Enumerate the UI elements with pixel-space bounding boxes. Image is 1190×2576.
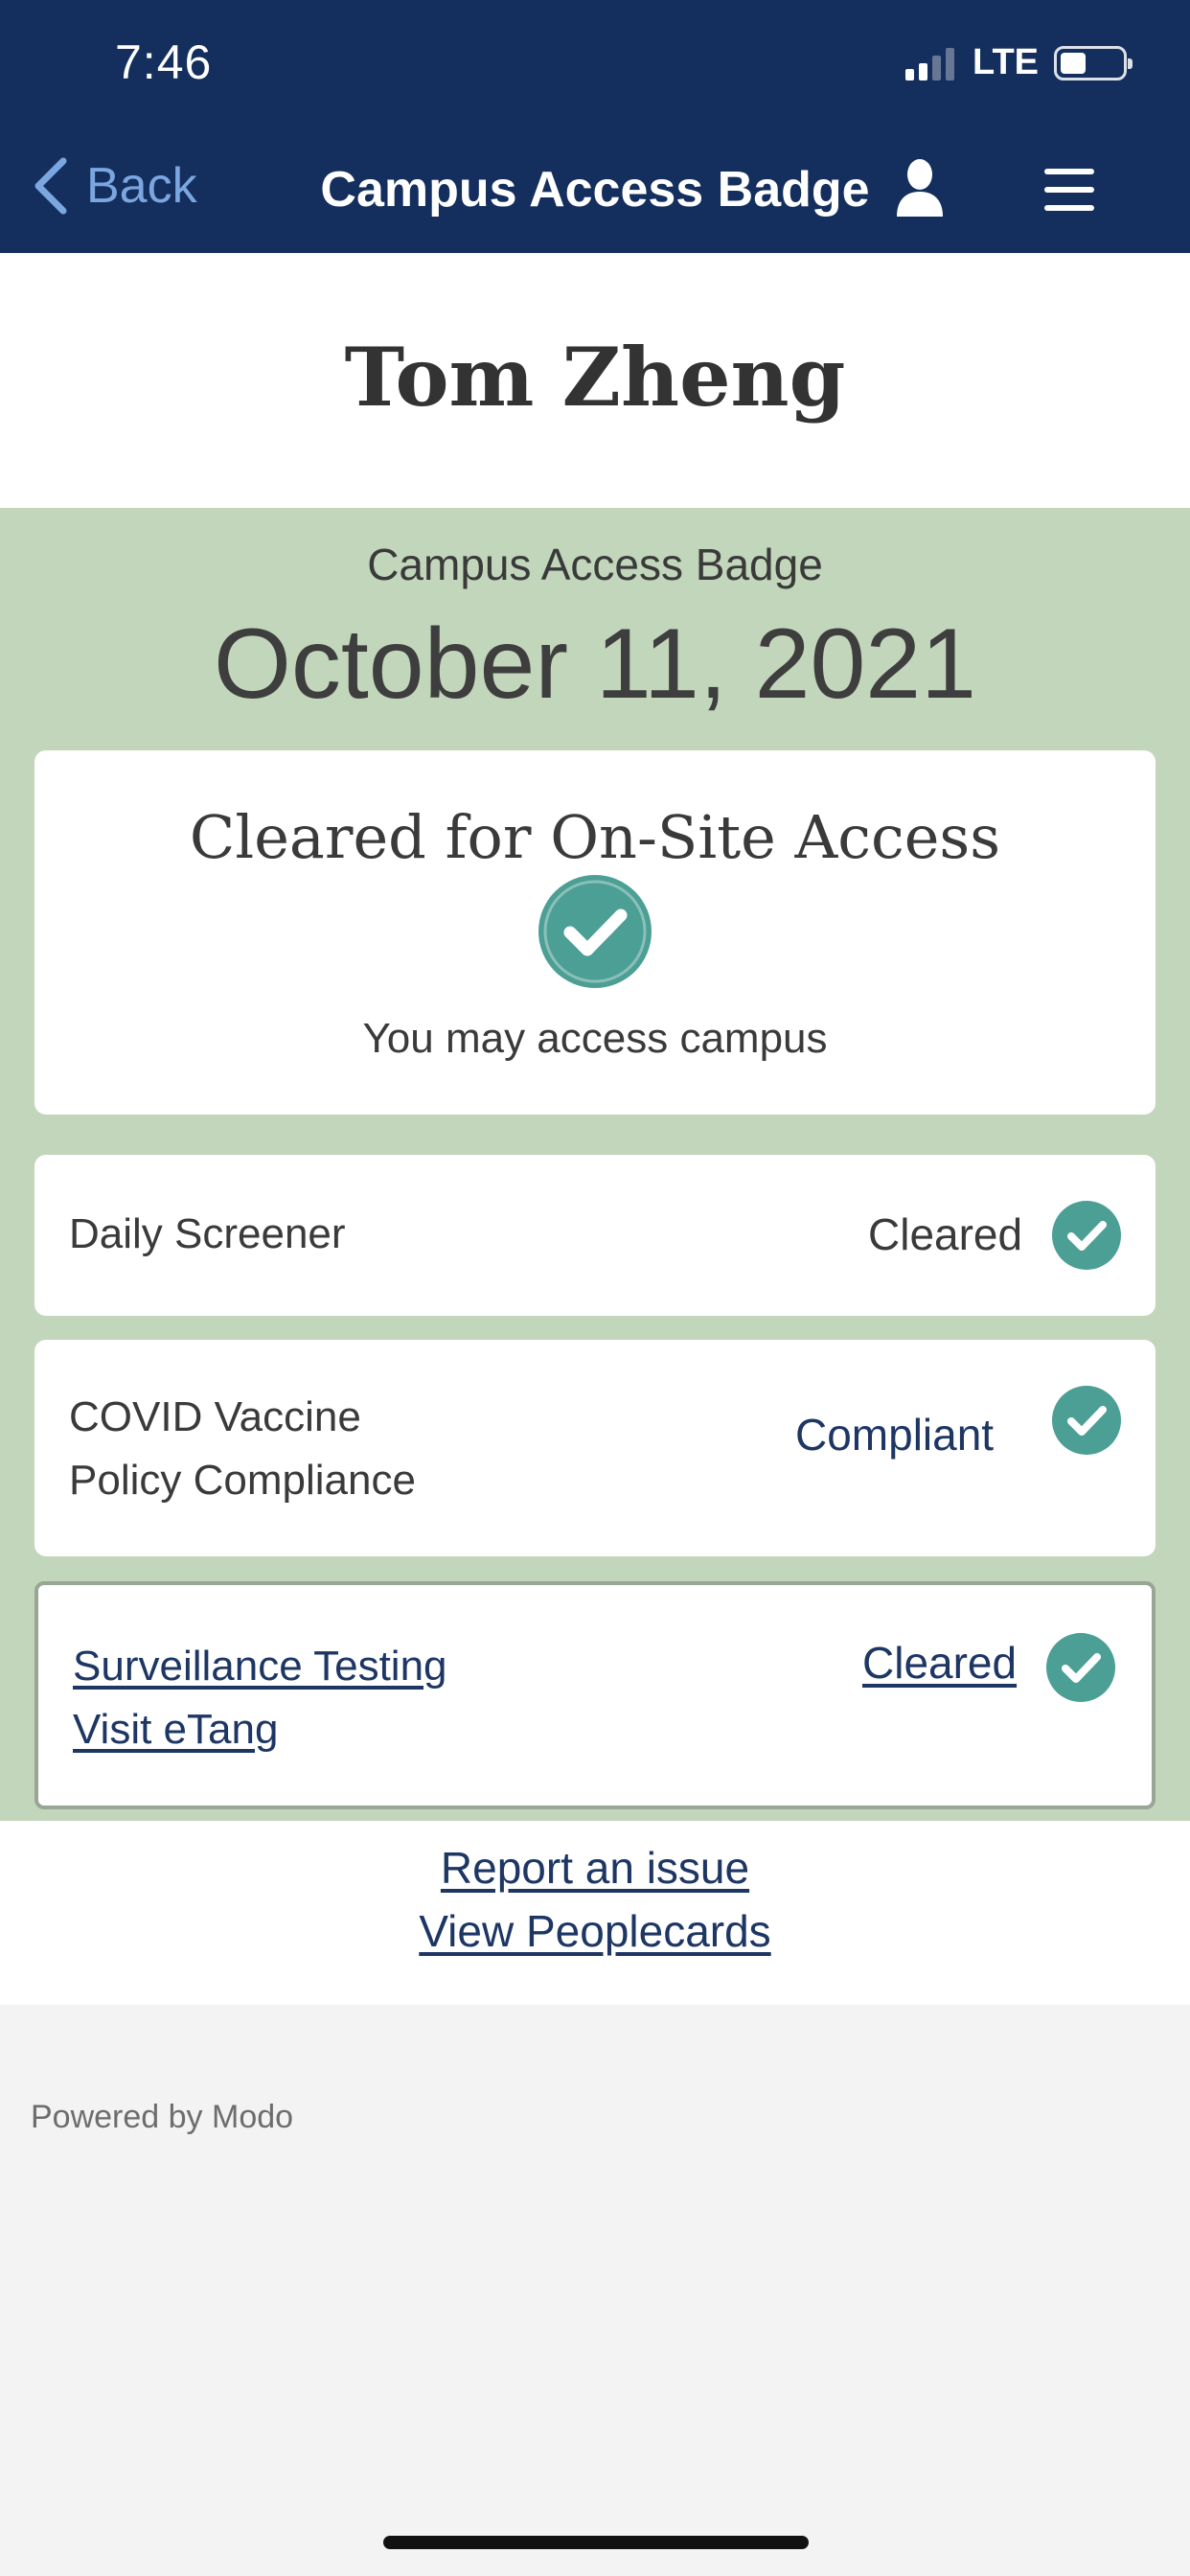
user-name: Tom Zheng bbox=[344, 330, 846, 425]
profile-button[interactable] bbox=[893, 157, 947, 223]
daily-screener-label: Daily Screener bbox=[69, 1210, 346, 1257]
daily-screener-row: Daily Screener Cleared bbox=[34, 1155, 1156, 1316]
vaccine-label-line2: Policy Compliance bbox=[69, 1457, 416, 1504]
home-indicator bbox=[383, 2536, 809, 2549]
surveillance-testing-status: Cleared bbox=[862, 1637, 1017, 1689]
access-status-card: Cleared for On-Site Access You may acces… bbox=[34, 750, 1156, 1115]
badge-label: Campus Access Badge bbox=[367, 540, 823, 589]
check-icon bbox=[1052, 1201, 1121, 1270]
view-peoplecards-link[interactable]: View Peoplecards bbox=[0, 1899, 1190, 1963]
vaccine-compliance-row: COVID Vaccine Policy Compliance Complian… bbox=[34, 1340, 1156, 1556]
surveillance-testing-links: Surveillance Testing Visit eTang bbox=[73, 1635, 447, 1761]
user-name-section: Tom Zheng bbox=[0, 253, 1190, 508]
footer-links: Report an issue View Peoplecards bbox=[0, 1821, 1190, 2005]
access-message: You may access campus bbox=[362, 1015, 828, 1062]
cleared-check-icon bbox=[538, 875, 652, 988]
hamburger-menu-icon bbox=[1044, 169, 1094, 211]
status-indicators: LTE bbox=[905, 42, 1133, 83]
surveillance-testing-link[interactable]: Surveillance Testing bbox=[73, 1643, 447, 1690]
vaccine-compliance-label: COVID Vaccine Policy Compliance bbox=[69, 1386, 416, 1512]
person-icon bbox=[897, 159, 943, 217]
surveillance-testing-row: Surveillance Testing Visit eTang Cleared bbox=[34, 1581, 1156, 1809]
check-icon bbox=[1052, 1386, 1121, 1455]
vaccine-label-line1: COVID Vaccine bbox=[69, 1393, 361, 1440]
status-time: 7:46 bbox=[115, 35, 213, 89]
daily-screener-status: Cleared bbox=[868, 1209, 1023, 1259]
vaccine-compliance-status: Compliant bbox=[795, 1410, 995, 1460]
check-icon bbox=[1046, 1633, 1115, 1702]
menu-button[interactable] bbox=[1044, 169, 1094, 216]
app-header: 7:46 LTE Back Campus Access Badge bbox=[0, 0, 1190, 253]
access-badge-panel: Campus Access Badge October 11, 2021 Cle… bbox=[0, 508, 1190, 1821]
powered-by-text: Powered by Modo bbox=[31, 2099, 294, 2135]
badge-date: October 11, 2021 bbox=[214, 609, 976, 720]
battery-icon bbox=[1054, 45, 1133, 80]
network-type: LTE bbox=[973, 42, 1039, 82]
visit-etang-link[interactable]: Visit eTang bbox=[73, 1706, 278, 1753]
access-status-heading: Cleared for On-Site Access bbox=[189, 802, 1001, 872]
report-issue-link[interactable]: Report an issue bbox=[0, 1821, 1190, 1899]
surveillance-status-link[interactable]: Cleared bbox=[862, 1638, 1017, 1688]
page-title: Campus Access Badge bbox=[320, 162, 870, 218]
signal-icon bbox=[905, 46, 959, 80]
